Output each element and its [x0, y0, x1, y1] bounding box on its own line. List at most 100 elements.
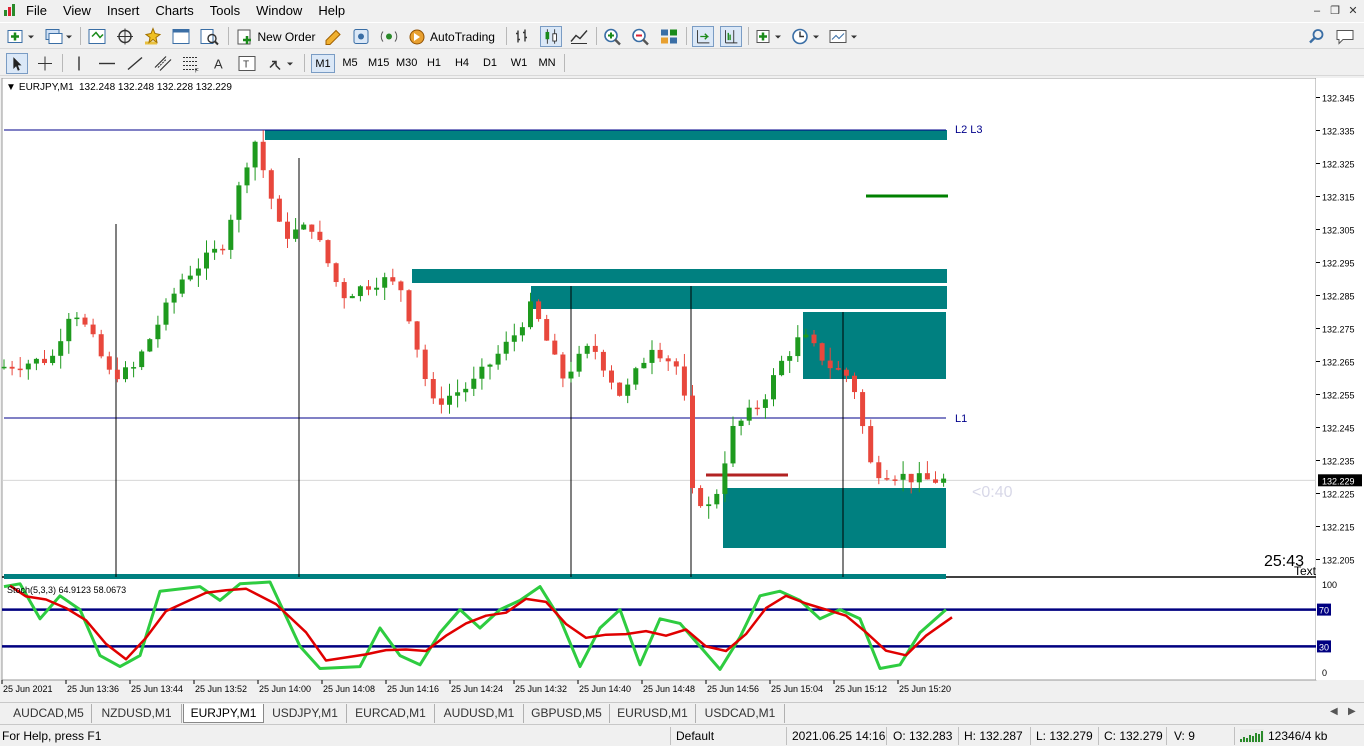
- candle-bear: [114, 369, 120, 380]
- time-tick-label: 25 Jun 15:20: [899, 684, 951, 694]
- bar-chart-icon[interactable]: [512, 26, 534, 47]
- menu-file[interactable]: File: [18, 0, 55, 22]
- timeframe-mn[interactable]: MN: [534, 54, 560, 73]
- chart-shift-icon[interactable]: [720, 26, 742, 47]
- new-chart-icon[interactable]: [6, 26, 36, 47]
- menu-tools[interactable]: Tools: [202, 0, 248, 22]
- templates-icon[interactable]: [828, 26, 860, 47]
- fibonacci-icon[interactable]: F: [180, 53, 202, 74]
- new-order-icon: [237, 29, 252, 44]
- tab-eurusd-m1[interactable]: EURUSD,M1: [610, 704, 696, 723]
- candle-bull: [1, 366, 7, 369]
- candlestick-chart-icon[interactable]: [540, 26, 562, 47]
- menu-help[interactable]: Help: [310, 0, 353, 22]
- price-tick-label: 132.215: [1322, 523, 1355, 533]
- market-watch-icon[interactable]: [86, 26, 108, 47]
- trendline-icon[interactable]: [124, 53, 146, 74]
- candle-bull: [349, 296, 355, 299]
- time-tick-label: 25 Jun 15:04: [771, 684, 823, 694]
- candle-bear: [617, 382, 623, 396]
- timeframe-m1[interactable]: M1: [311, 54, 335, 73]
- price-zone[interactable]: [4, 574, 946, 579]
- timeframe-m30[interactable]: M30: [393, 54, 420, 73]
- periods-icon[interactable]: [790, 26, 822, 47]
- candle-bear: [868, 426, 874, 463]
- candle-bear: [852, 375, 857, 393]
- tile-windows-icon[interactable]: [658, 26, 680, 47]
- candle-bull: [795, 337, 801, 357]
- tabs-scroll-left-icon[interactable]: ◀: [1330, 706, 1338, 717]
- candle-bull: [511, 335, 517, 342]
- candle-bull: [916, 473, 922, 483]
- tab-usdjpy-m1[interactable]: USDJPY,M1: [264, 704, 347, 723]
- price-zone[interactable]: [723, 488, 946, 548]
- vertical-line-icon[interactable]: [68, 53, 90, 74]
- horizontal-line-icon[interactable]: [96, 53, 118, 74]
- equidistant-channel-icon[interactable]: [152, 53, 174, 74]
- new-order-button[interactable]: New Order: [234, 26, 318, 47]
- auto-trading-button[interactable]: AutoTrading: [404, 26, 498, 47]
- crosshair-icon[interactable]: [34, 53, 56, 74]
- connection-status-icon[interactable]: [1240, 729, 1264, 743]
- price-zone[interactable]: [265, 130, 947, 140]
- data-window-icon[interactable]: [114, 26, 136, 47]
- profiles-icon[interactable]: [44, 26, 74, 47]
- candle-bull: [204, 252, 209, 269]
- timeframe-m15[interactable]: M15: [365, 54, 392, 73]
- candle-bear: [544, 319, 550, 341]
- tab-usdcad-m1[interactable]: USDCAD,M1: [696, 704, 785, 723]
- arrows-icon[interactable]: [264, 53, 296, 74]
- timeframe-d1[interactable]: D1: [478, 54, 502, 73]
- navigator-icon[interactable]: [142, 26, 164, 47]
- search-icon[interactable]: [1306, 26, 1328, 47]
- cursor-icon[interactable]: [6, 53, 28, 74]
- minimize-icon[interactable]: –: [1308, 3, 1326, 19]
- menu-charts[interactable]: Charts: [147, 0, 201, 22]
- signals-icon[interactable]: [378, 26, 400, 47]
- status-open: O: 132.283: [893, 729, 953, 743]
- tab-gbpusd-m5[interactable]: GBPUSD,M5: [524, 704, 610, 723]
- strategy-tester-icon[interactable]: [198, 26, 220, 47]
- line-chart-icon[interactable]: [568, 26, 590, 47]
- metaeditor-icon[interactable]: [322, 26, 344, 47]
- menu-insert[interactable]: Insert: [99, 0, 148, 22]
- candle-bull: [147, 339, 153, 352]
- timeframe-h4[interactable]: H4: [450, 54, 474, 73]
- menu-window[interactable]: Window: [248, 0, 310, 22]
- options-icon[interactable]: [350, 26, 372, 47]
- autoscroll-icon[interactable]: [692, 26, 714, 47]
- text-icon[interactable]: A: [208, 53, 230, 74]
- zoom-in-icon[interactable]: [602, 26, 624, 47]
- tab-eurcad-m1[interactable]: EURCAD,M1: [347, 704, 435, 723]
- terminal-icon[interactable]: [170, 26, 192, 47]
- text-object[interactable]: Text: [1294, 564, 1317, 578]
- tab-eurjpy-m1[interactable]: EURJPY,M1: [183, 704, 264, 723]
- candle-bear: [843, 369, 849, 376]
- candle-bear: [333, 263, 339, 283]
- menu-view[interactable]: View: [55, 0, 99, 22]
- price-zone[interactable]: [531, 286, 947, 309]
- zoom-out-icon[interactable]: [630, 26, 652, 47]
- restore-icon[interactable]: ❐: [1326, 3, 1344, 19]
- chat-icon[interactable]: [1334, 26, 1356, 47]
- timeframe-w1[interactable]: W1: [506, 54, 532, 73]
- timeframe-m5[interactable]: M5: [338, 54, 362, 73]
- tab-audusd-m1[interactable]: AUDUSD,M1: [435, 704, 524, 723]
- tabs-scroll-right-icon[interactable]: ▶: [1348, 706, 1356, 717]
- indicators-icon[interactable]: [754, 26, 784, 47]
- text-label-icon[interactable]: T: [236, 53, 258, 74]
- tab-audcad-m5[interactable]: AUDCAD,M5: [6, 704, 92, 723]
- time-tick-label: 25 Jun 15:12: [835, 684, 887, 694]
- status-profile[interactable]: Default: [676, 729, 714, 743]
- chart-window[interactable]: 132.345 132.335 132.325 132.315 132.305 132.2…: [0, 78, 1364, 702]
- candle-bear: [673, 361, 679, 367]
- close-icon[interactable]: ✕: [1344, 3, 1362, 19]
- chart-header: ▼ EURJPY,M1 132.248 132.248 132.228 132.22…: [6, 82, 232, 93]
- timeframe-h1[interactable]: H1: [422, 54, 446, 73]
- price-tick-label: 132.235: [1322, 457, 1355, 467]
- price-zone[interactable]: [412, 269, 947, 283]
- candle-bull: [576, 353, 582, 372]
- candle-bear: [609, 370, 614, 383]
- tab-nzdusd-m1[interactable]: NZDUSD,M1: [92, 704, 182, 723]
- price-tick-label: 132.245: [1322, 424, 1355, 434]
